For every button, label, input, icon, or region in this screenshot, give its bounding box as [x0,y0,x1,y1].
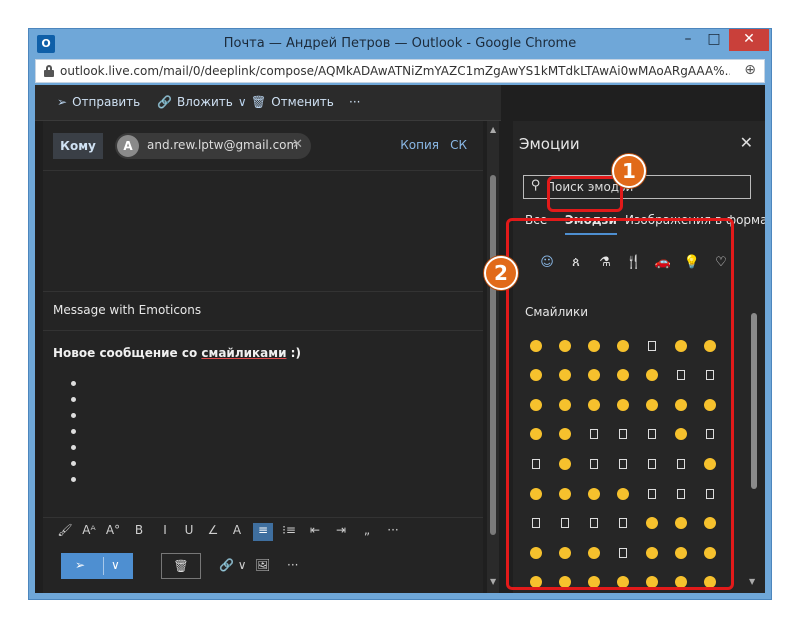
highlight-box-1 [547,176,623,212]
search-icon: ⚲ [531,178,541,193]
send-label: Отправить [72,95,141,109]
bold-button[interactable]: B [129,523,149,541]
attach-label: Вложить [176,95,233,109]
quote-button[interactable]: „ [357,523,377,541]
to-button[interactable]: Кому [53,133,103,159]
url-text[interactable]: outlook.live.com/mail/0/deeplink/compose… [60,64,730,78]
close-window-button[interactable]: ✕ [729,29,769,51]
step-badge-1: 1 [612,154,646,188]
bullet-list [71,381,76,493]
bullet-point [71,397,76,402]
send-row: ➢ ∨ 🗑 🔗 ∨ 🖼 ··· [43,545,483,593]
maximize-button[interactable]: □ [701,29,727,51]
title-bar: O Почта — Андрей Петров — Outlook - Goog… [29,29,771,59]
send-icon: ➢ [57,95,68,109]
chevron-down-icon: ∨ [237,95,247,109]
send-toolbar-button[interactable]: ➢ Отправить [57,95,140,109]
font-color-icon[interactable]: A [227,523,247,541]
recipient-email: and.rew.lptw@gmail.com [147,138,299,152]
compose-toolbar: ➢ Отправить 🔗 Вложить ∨ 🗑 Отменить ··· [35,85,501,121]
attach-toolbar-button[interactable]: 🔗 Вложить ∨ [157,95,252,109]
superscript-icon[interactable]: A° [103,523,123,541]
more-format-button[interactable]: ··· [383,523,403,541]
format-painter-icon[interactable]: 🖌 [55,523,75,541]
trash-icon: 🗑 [251,95,267,109]
send-icon: ➢ [75,558,86,572]
bullet-point [71,461,76,466]
increase-indent-button[interactable]: ⇥ [331,523,351,541]
more-options-button[interactable]: ··· [349,95,360,109]
remove-recipient-icon[interactable]: ✕ [292,137,303,152]
window-title: Почта — Андрей Петров — Outlook - Google… [223,36,577,51]
address-bar[interactable]: outlook.live.com/mail/0/deeplink/compose… [35,59,765,83]
subject-text[interactable]: Message with Emoticons [53,303,201,317]
split-divider [103,557,104,575]
align-button[interactable]: ≡ [253,523,273,541]
subject-row[interactable]: Message with Emoticons [43,291,483,331]
highlight-icon[interactable]: ∠ [203,523,223,541]
add-extension-icon[interactable]: ⊕ [744,62,756,78]
highlight-box-2 [506,218,734,590]
panel-scroll-down-arrow[interactable]: ▼ [749,577,755,586]
bullet-point [71,429,76,434]
bullet-point [71,381,76,386]
discard-toolbar-button[interactable]: 🗑 Отменить [251,95,334,109]
insert-picture-icon[interactable]: 🖼 [255,558,270,572]
lock-icon [44,65,54,77]
attach-button[interactable]: 🔗 ∨ [219,558,247,572]
panel-title: Эмоции [519,135,580,153]
paperclip-icon: 🔗 [157,95,172,109]
discard-button[interactable]: 🗑 [161,553,201,579]
scroll-up-arrow[interactable]: ▲ [490,125,496,134]
avatar: A [117,135,139,157]
cc-link[interactable]: Копия [400,138,439,152]
recipient-chip[interactable]: A and.rew.lptw@gmail.com ✕ [115,133,311,159]
bullet-point [71,477,76,482]
step-badge-2: 2 [484,256,518,290]
compose-scrollbar[interactable]: ▲ ▼ [487,121,499,593]
body-text-before: Новое сообщение со [53,346,202,360]
discard-label: Отменить [271,95,334,109]
chevron-down-icon[interactable]: ∨ [111,558,120,572]
body-first-line: Новое сообщение со смайликами :) [53,346,301,360]
more-actions-button[interactable]: ··· [287,558,298,572]
underline-button[interactable]: U [179,523,199,541]
to-row: Кому A and.rew.lptw@gmail.com ✕ Копия СК [43,121,483,171]
close-icon[interactable]: ✕ [740,133,753,152]
screen: { "window": { "title": "Почта — Андрей П… [0,0,800,628]
bcc-link[interactable]: СК [450,138,467,152]
send-split-button[interactable]: ➢ ∨ [61,553,133,579]
bullet-point [71,413,76,418]
panel-scroll-thumb[interactable] [751,313,757,489]
bullet-point [71,445,76,450]
scroll-thumb[interactable] [490,175,496,535]
italic-button[interactable]: I [155,523,175,541]
body-text-underlined: смайликами [201,346,287,360]
font-size-icon[interactable]: Aᴬ [79,523,99,541]
decrease-indent-button[interactable]: ⇤ [305,523,325,541]
minimize-button[interactable]: – [675,29,701,51]
numbering-button[interactable]: ⁝≡ [279,523,299,541]
format-toolbar: 🖌 Aᴬ A° B I U ∠ A ≡ ⁝≡ ⇤ ⇥ „ ··· [43,517,483,545]
scroll-down-arrow[interactable]: ▼ [490,577,496,586]
body-text-after: :) [286,346,301,360]
